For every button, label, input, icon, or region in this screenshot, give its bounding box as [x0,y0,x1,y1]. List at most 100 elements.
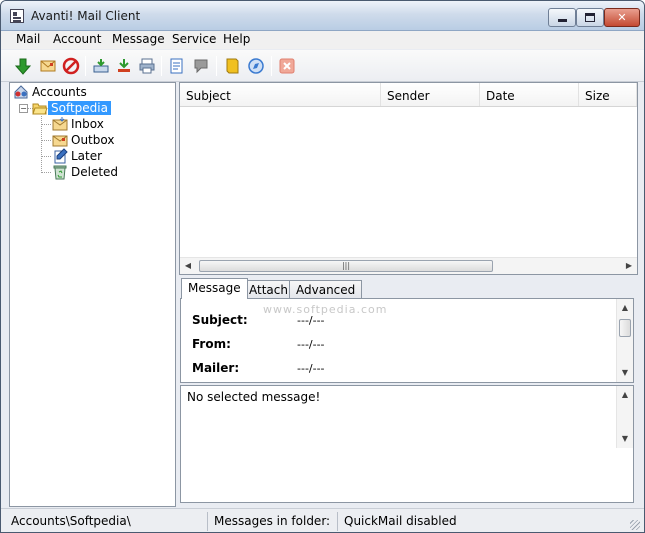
minimize-icon [557,19,567,22]
menu-account[interactable]: Account [51,32,103,46]
print-icon [139,58,155,74]
tab-message[interactable]: Message [181,278,248,299]
scroll-down-icon[interactable]: ▼ [619,367,631,379]
disabled-icon [279,58,295,74]
scroll-down-icon[interactable]: ▼ [619,433,631,445]
stop-icon [62,57,80,75]
message-list-header: Subject Sender Date Size [180,83,637,107]
window-title: Avanti! Mail Client [31,9,141,23]
from-value: ---/--- [297,338,325,351]
message-body[interactable]: No selected message! ▲ ▼ [180,385,634,503]
get-mail-icon [14,58,32,75]
tree-label-inbox: Inbox [71,117,104,131]
scrollbar-thumb[interactable]: ||| [199,260,493,272]
column-sender[interactable]: Sender [381,83,480,106]
tree-label-accounts: Accounts [32,85,87,99]
folder-open-icon [32,103,48,115]
toolbar-separator [161,56,162,76]
recycle-bin-icon [53,165,67,180]
close-icon: ✕ [617,11,627,24]
receive-button[interactable] [91,56,111,76]
menu-service[interactable]: Service [170,32,218,46]
tree-item-later[interactable]: Later [52,148,105,164]
scrollbar-thumb[interactable] [619,319,631,337]
get-mail-button[interactable] [13,56,33,76]
tree-collapse-icon[interactable]: − [19,104,28,113]
toolbar [1,50,644,82]
reply-button[interactable] [191,56,211,76]
edit-button[interactable] [167,56,187,76]
from-label: From: [192,337,231,351]
download-button[interactable] [114,56,134,76]
tree-label-later: Later [71,149,103,163]
scroll-up-icon[interactable]: ▲ [619,389,631,401]
status-quickmail: QuickMail disabled [344,514,457,528]
tree-item-softpedia[interactable]: Softpedia [32,100,112,116]
tree-label-softpedia: Softpedia [47,100,112,116]
tree-connector [41,172,51,173]
message-headers: Subject: ---/--- From: ---/--- Mailer: -… [180,298,634,383]
minimize-button[interactable] [548,8,576,27]
edit-icon [170,58,183,74]
tree-connector [41,140,51,141]
browser-icon [248,58,264,74]
compose-icon [40,60,56,72]
tree-root-accounts[interactable]: Accounts [13,84,90,100]
subject-label: Subject: [192,313,248,327]
menu-bar: Mail Account Message Service Help [1,31,644,49]
scroll-right-icon[interactable]: ▶ [623,260,635,272]
browser-button[interactable] [246,56,266,76]
status-message-count: Messages in folder: 0 [211,512,338,531]
toolbar-separator [271,56,272,76]
toolbar-separator [85,56,86,76]
address-book-icon [226,58,239,74]
message-list[interactable]: Subject Sender Date Size ◀ ||| ▶ [179,82,638,275]
mailer-value: ---/--- [297,362,325,375]
tree-connector [41,124,51,125]
tree-item-outbox[interactable]: Outbox [52,132,117,148]
message-body-text: No selected message! [187,390,321,404]
tab-advanced-headers[interactable]: Advanced Headers [289,280,363,315]
menu-message[interactable]: Message [110,32,167,46]
toolbar-separator [216,56,217,76]
scroll-up-icon[interactable]: ▲ [619,302,631,314]
watermark: www.softpedia.com [263,303,388,316]
app-icon[interactable] [10,9,24,23]
tree-item-inbox[interactable]: Inbox [52,116,107,132]
tab-attach[interactable]: Attach [242,280,295,299]
tree-label-deleted: Deleted [71,165,119,179]
receive-icon [93,59,109,73]
status-bar: Accounts\Softpedia\ Messages in folder: … [1,508,644,532]
status-path: Accounts\Softpedia\ [8,512,208,531]
stop-button[interactable] [61,56,81,76]
outbox-icon [52,135,68,147]
download-icon [118,59,130,72]
body-vertical-scrollbar[interactable]: ▲ ▼ [616,386,633,448]
column-subject[interactable]: Subject [180,83,381,106]
resize-grip-icon[interactable] [630,520,640,530]
folder-tree[interactable]: Accounts − Softpedia Inbox Outbox Later … [9,82,176,507]
inbox-icon [52,117,68,131]
scroll-left-icon[interactable]: ◀ [182,260,194,272]
menu-mail[interactable]: Mail [14,32,42,46]
later-icon [54,148,68,164]
address-book-button[interactable] [222,56,242,76]
maximize-icon [585,13,595,22]
headers-vertical-scrollbar[interactable]: ▲ ▼ [616,299,633,382]
horizontal-scrollbar[interactable]: ◀ ||| ▶ [180,257,637,274]
close-button[interactable]: ✕ [604,8,640,27]
maximize-button[interactable] [576,8,604,27]
compose-button[interactable] [38,56,58,76]
main-window: Avanti! Mail Client ✕ Mail Account Messa… [0,0,645,533]
mailer-label: Mailer: [192,361,240,375]
print-button[interactable] [137,56,157,76]
tree-label-outbox: Outbox [71,133,115,147]
menu-help[interactable]: Help [221,32,252,46]
title-bar[interactable]: Avanti! Mail Client ✕ [1,1,644,31]
disabled-button[interactable] [277,56,297,76]
accounts-icon [14,85,28,99]
column-date[interactable]: Date [480,83,579,106]
column-size[interactable]: Size [579,83,637,106]
tree-item-deleted[interactable]: Deleted [52,164,121,180]
tree-connector [41,156,51,157]
